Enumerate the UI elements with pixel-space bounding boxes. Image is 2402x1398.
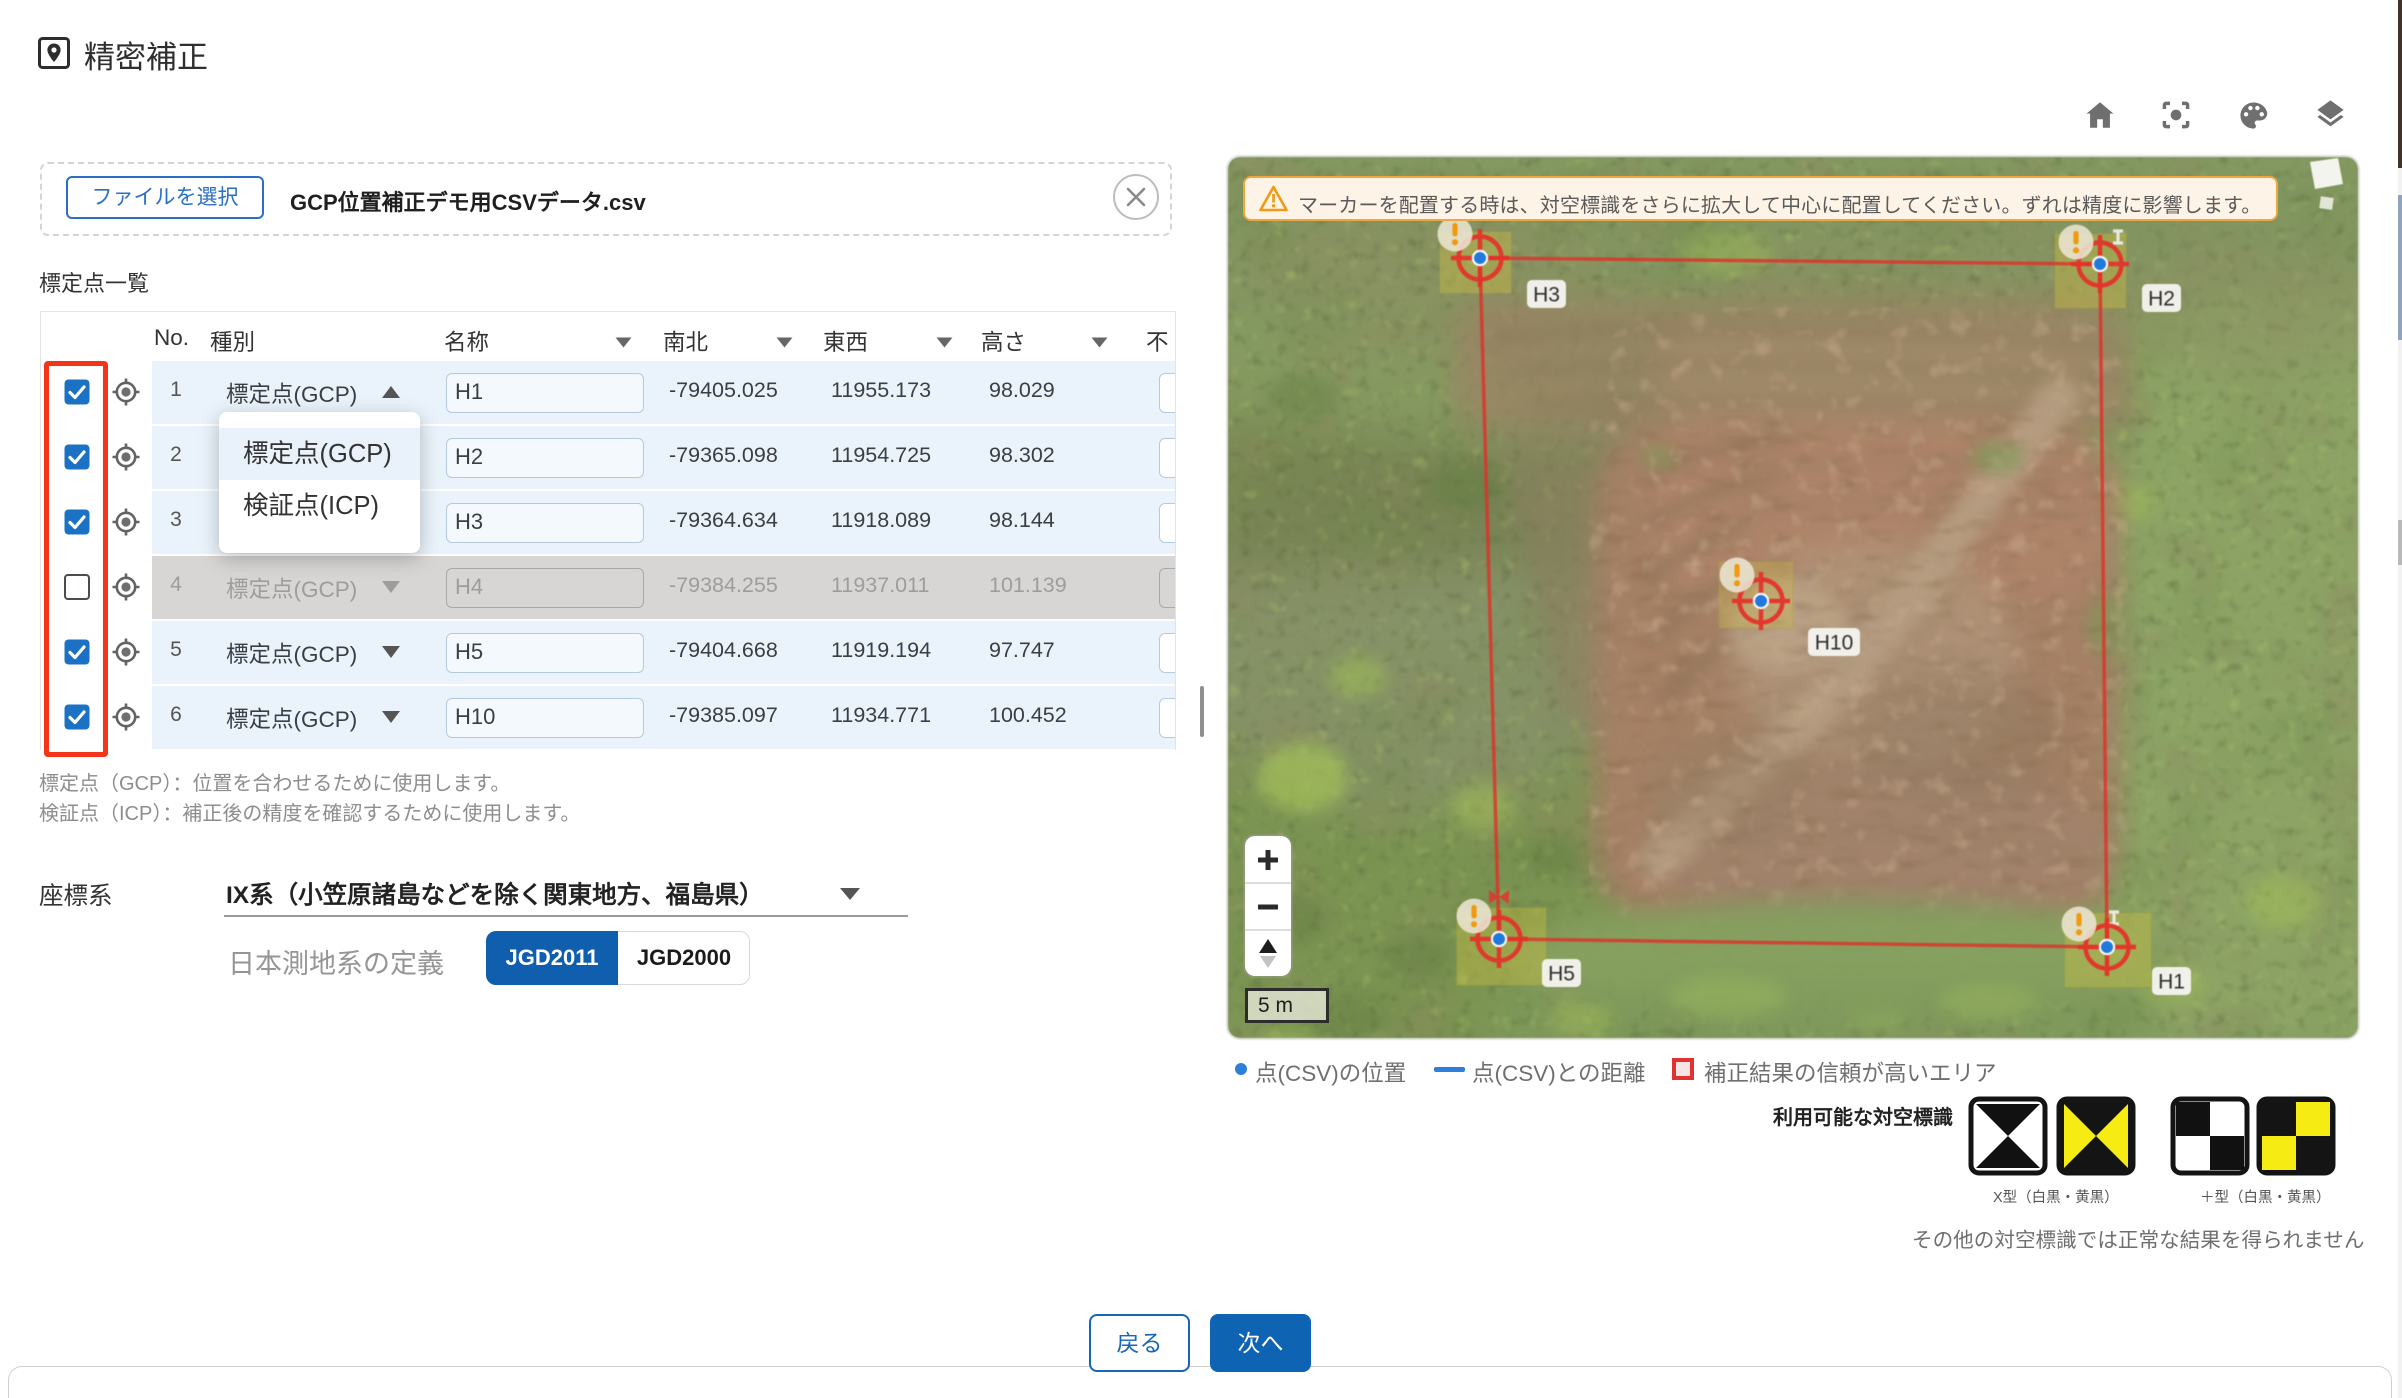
svg-text:H3: H3 [1533,284,1560,307]
svg-text:H10: H10 [1815,632,1854,655]
svg-text:H1: H1 [2158,971,2185,994]
svg-text:H5: H5 [1548,963,1575,986]
svg-text:H2: H2 [2148,288,2175,311]
